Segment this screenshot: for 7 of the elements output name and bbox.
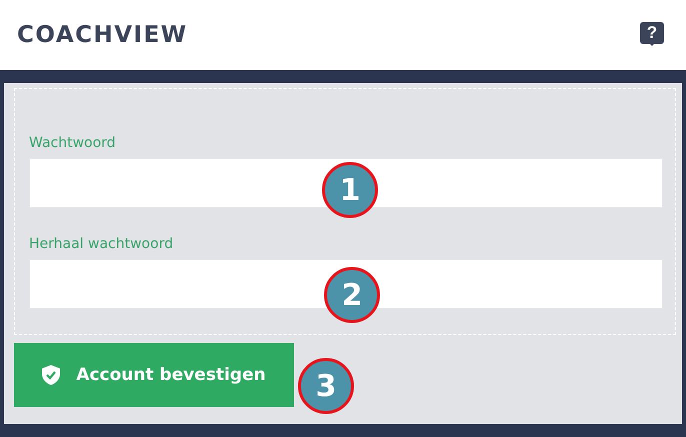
- password-field[interactable]: [29, 158, 663, 208]
- shield-check-icon: [42, 365, 60, 385]
- password-field[interactable]: [29, 259, 663, 309]
- field-label: Wachtwoord: [29, 135, 117, 151]
- app-title: COACHVIEW: [17, 22, 188, 48]
- step-marker: 3: [298, 358, 354, 414]
- field-label: Herhaal wachtwoord: [29, 236, 174, 252]
